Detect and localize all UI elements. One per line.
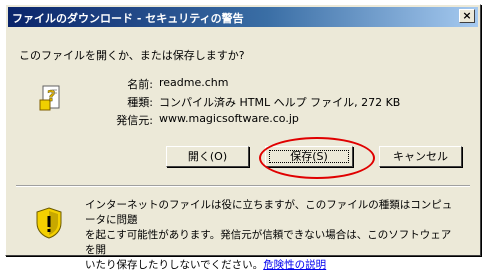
type-label: 種類: xyxy=(127,96,153,109)
file-source: www.magicsoftware.co.jp xyxy=(159,112,299,125)
risk-explanation-link[interactable]: 危険性の説明 xyxy=(263,259,326,271)
warning-text-line3: いたり保存したりしないでください。 xyxy=(85,259,264,271)
name-label: 名前: xyxy=(127,78,153,91)
download-question: このファイルを開くか、または保存しますか? xyxy=(19,49,245,62)
close-icon: × xyxy=(462,9,472,22)
from-label: 発信元: xyxy=(116,114,153,127)
window-title: ファイルのダウンロード - セキュリティの警告 xyxy=(12,12,244,25)
warning-text-line1: インターネットのファイルは役に立ちますが、このファイルの種類はコンピュータに問題 xyxy=(85,199,453,226)
highlight-ring xyxy=(259,137,375,179)
open-button[interactable]: 開く(O) xyxy=(166,146,249,167)
title-bar[interactable]: ファイルのダウンロード - セキュリティの警告 × xyxy=(8,7,478,27)
file-type: コンパイル済み HTML ヘルプ ファイル, 272 KB xyxy=(159,96,401,109)
download-dialog: ファイルのダウンロード - セキュリティの警告 × このファイルを開くか、または… xyxy=(5,4,481,271)
close-button[interactable]: × xyxy=(459,9,475,23)
file-name: readme.chm xyxy=(159,76,229,89)
cancel-button[interactable]: キャンセル xyxy=(379,146,462,167)
warning-text: インターネットのファイルは役に立ちますが、このファイルの種類はコンピュータに問題… xyxy=(85,198,457,273)
separator xyxy=(16,185,470,187)
shield-warning-icon xyxy=(36,207,62,239)
warning-text-line2: を起こす可能性があります。発信元が信頼できない場合は、このソフトウェアを開 xyxy=(85,229,452,256)
help-file-icon: ? xyxy=(39,85,60,111)
open-button-label: 開く(O) xyxy=(187,150,228,163)
cancel-button-label: キャンセル xyxy=(393,150,448,163)
